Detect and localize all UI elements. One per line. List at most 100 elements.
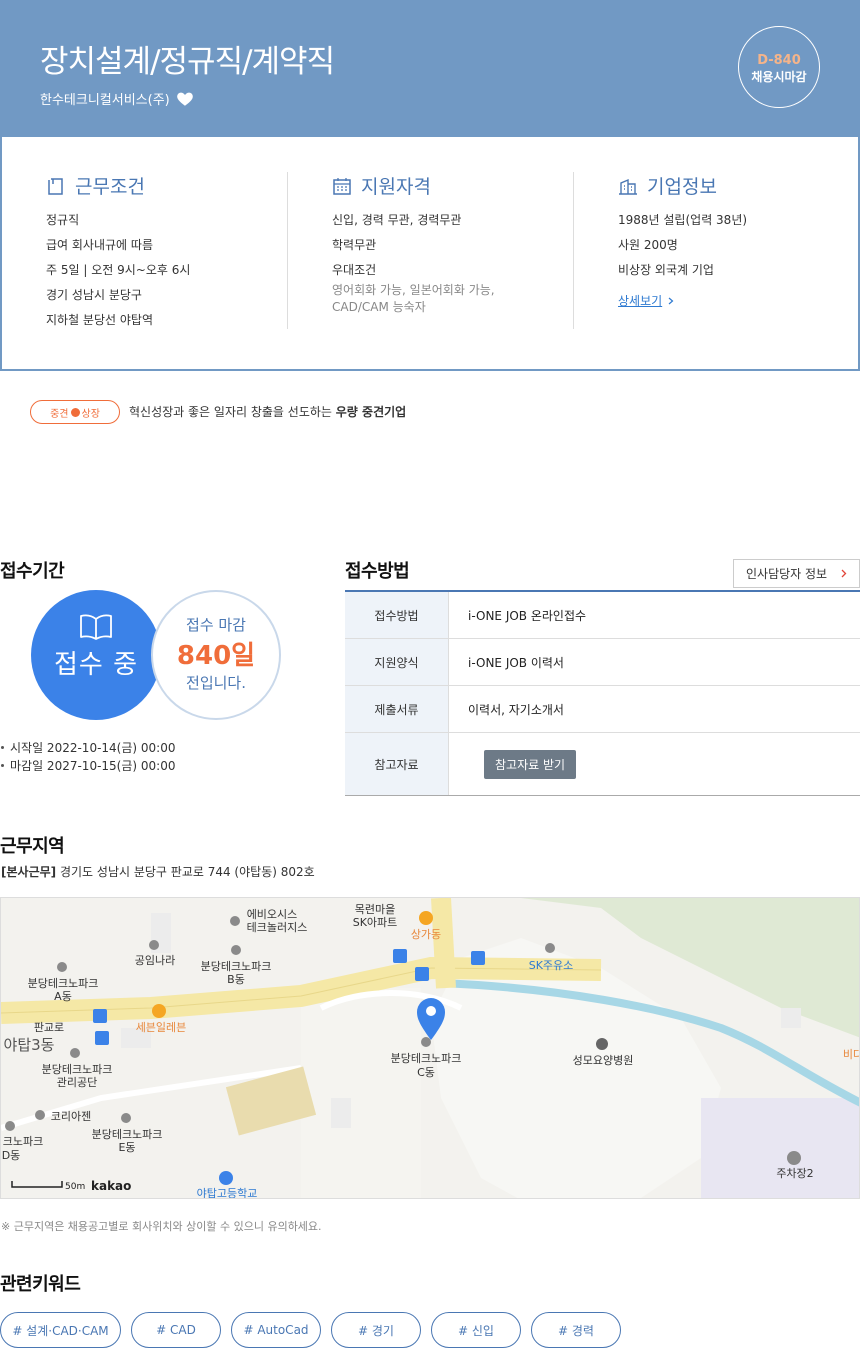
badge-desc-prefix: 혁신성장과 좋은 일자리 창출을 선도하는 — [129, 405, 336, 419]
end-date-row: 마감일 2027-10-15(금) 00:00 — [1, 756, 175, 774]
map-label-ebi-b: 테크놀러지스 — [247, 921, 308, 934]
map-view[interactable]: 목련마을 SK아파트 에비오시스 테크놀러지스 공임나라 분당테크노파크 B동 … — [0, 897, 860, 1199]
map-label-mall: 상가동 — [411, 928, 441, 941]
badge-desc-bold: 우량 중견기업 — [335, 405, 407, 419]
badge-dot — [70, 407, 80, 417]
map-label-korea: 코리아젠 — [51, 1110, 91, 1123]
qualification-item: 학력무관 — [332, 238, 377, 252]
start-date: 시작일 2022-10-14(금) 00:00 — [10, 740, 176, 755]
map-label-bida: 비다 — [843, 1048, 860, 1061]
row-value: i-ONE JOB 온라인접수 — [468, 608, 587, 623]
table-row: 제출서류 이력서, 자기소개서 — [345, 686, 860, 733]
company-detail-link[interactable]: 상세보기 — [618, 292, 674, 309]
map-label-gongim: 공임나라 — [135, 954, 175, 967]
table-row: 참고자료 참고자료 받기 — [345, 733, 860, 795]
dday-label: 채용시마감 — [751, 70, 807, 84]
company-info-title: 기업정보 — [647, 176, 717, 198]
company-info-item: 1988년 설립(업력 38년) — [618, 213, 748, 227]
map-note: ※ 근무지역은 채용공고별로 회사위치와 상이할 수 있으니 유의하세요. — [1, 1220, 322, 1233]
bullet-dot — [1, 745, 4, 749]
map-label-techc-a: 분당테크노파크 — [391, 1052, 462, 1065]
map-scale: 50m — [65, 1182, 85, 1192]
badge-label-mid: 중견 — [50, 408, 69, 420]
address-line: [본사근무] 경기도 성남시 분당구 판교로 744 (야탑동) 802호 — [1, 863, 315, 880]
deadline-line3: 전입니다. — [186, 674, 246, 692]
chevron-right-icon — [841, 569, 847, 578]
company-type-badge: 중견 상장 — [30, 400, 120, 424]
table-row: 접수방법 i-ONE JOB 온라인접수 — [345, 592, 860, 639]
calendar-icon — [333, 177, 351, 195]
row-value: i-ONE JOB 이력서 — [468, 655, 564, 670]
company-name[interactable]: 한수테크니컬서비스(주) — [40, 89, 170, 108]
map-label-techd-b: D동 — [2, 1149, 21, 1162]
dday-badge: D-840 채용시마감 — [738, 26, 820, 108]
row-value: 이력서, 자기소개서 — [468, 702, 564, 717]
condition-item: 경기 성남시 분당구 — [46, 288, 142, 302]
keyword-tag[interactable]: # 경기 — [331, 1312, 421, 1348]
qualifications-heading: 지원자격 — [332, 172, 572, 199]
keywords-title: 관련키워드 — [0, 1274, 81, 1295]
map-label-sk: SK주유소 — [529, 959, 574, 972]
row-label: 접수방법 — [345, 592, 449, 638]
apply-title: 접수방법 — [345, 561, 410, 582]
map-brand: kakao — [91, 1179, 131, 1193]
company-info-item: 비상장 외국계 기업 — [618, 263, 714, 277]
deadline-line1: 접수 마감 — [186, 616, 246, 634]
work-conditions-title: 근무조건 — [75, 176, 145, 198]
map-label-techc-b: C동 — [417, 1066, 435, 1079]
qualification-item: 신입, 경력 무관, 경력무관 — [332, 213, 462, 227]
map-label-school: 야탑고등학교 — [197, 1187, 258, 1199]
building-icon — [619, 178, 637, 195]
status-text: 접수 중 — [53, 650, 139, 680]
qualifications: 지원자격 신입, 경력 무관, 경력무관 학력무관 우대조건 영어회화 가능, … — [332, 172, 572, 316]
work-conditions: 근무조건 정규직 급여 회사내규에 따름 주 5일 | 오전 9시~오후 6시 … — [46, 172, 286, 338]
period-dates: 시작일 2022-10-14(금) 00:00 마감일 2027-10-15(금… — [1, 738, 175, 774]
deadline-circle: 접수 마감 840일 전입니다. — [151, 590, 281, 720]
location-title: 근무지역 — [0, 836, 65, 857]
dday-code: D-840 — [757, 53, 801, 68]
keyword-tag[interactable]: # 신입 — [431, 1312, 521, 1348]
map-label-techb-a: 분당테크노파크 — [201, 960, 272, 973]
start-date-row: 시작일 2022-10-14(금) 00:00 — [1, 738, 175, 756]
book-icon — [31, 614, 161, 644]
row-value-cell: 참고자료 받기 — [449, 733, 860, 795]
company-name-row: 한수테크니컬서비스(주) — [40, 89, 194, 108]
period-title: 접수기간 — [0, 561, 65, 582]
status-circle: 접수 중 — [31, 590, 161, 720]
map-label-apt-b: SK아파트 — [353, 916, 398, 929]
keyword-tag[interactable]: # CAD — [131, 1312, 221, 1348]
map-label-teche-a: 분당테크노파크 — [92, 1128, 163, 1141]
deadline-days: 840일 — [176, 641, 256, 671]
keyword-tag[interactable]: # 설계·CAD·CAM — [0, 1312, 121, 1348]
bullet-dot — [1, 763, 4, 767]
keyword-tag[interactable]: # AutoCad — [231, 1312, 321, 1348]
map-label-pangyo: 판교로 — [34, 1021, 64, 1034]
qualifications-title: 지원자격 — [361, 176, 431, 198]
badge-label-listed: 상장 — [81, 408, 100, 420]
preferred-detail: 영어회화 가능, 일본어회화 가능, CAD/CAM 능숙자 — [332, 283, 495, 314]
column-divider — [573, 172, 574, 329]
address-tag: [본사근무] — [1, 865, 57, 879]
end-date: 마감일 2027-10-15(금) 00:00 — [10, 758, 176, 773]
row-label: 참고자료 — [345, 733, 449, 795]
map-label-ebi-a: 에비오시스 — [247, 908, 298, 921]
reference-download-button[interactable]: 참고자료 받기 — [484, 749, 577, 779]
map-label-teche-b: E동 — [118, 1141, 135, 1154]
keyword-tag[interactable]: # 경력 — [531, 1312, 621, 1348]
map-label-parking: 주차장2 — [776, 1167, 813, 1180]
badge-description: 혁신성장과 좋은 일자리 창출을 선도하는 우량 중견기업 — [129, 403, 406, 420]
map-label-yatap3: 야탑3동 — [4, 1036, 55, 1054]
condition-item: 지하철 분당선 야탑역 — [46, 313, 153, 327]
map-label-mgmt-a: 분당테크노파크 — [42, 1063, 113, 1076]
row-label: 제출서류 — [345, 686, 449, 732]
company-info-heading: 기업정보 — [618, 172, 848, 199]
address-text: 경기도 성남시 분당구 판교로 744 (야탑동) 802호 — [59, 865, 315, 879]
map-label-techd-a: 크노파크 — [3, 1135, 43, 1148]
condition-icon — [48, 177, 63, 195]
company-detail-label: 상세보기 — [618, 294, 663, 308]
hr-contact-button[interactable]: 인사담당자 정보 — [733, 559, 860, 588]
heart-icon[interactable] — [176, 90, 194, 108]
column-divider — [287, 172, 288, 329]
map-label-mgmt-b: 관리공단 — [57, 1076, 97, 1089]
hr-contact-label: 인사담당자 정보 — [746, 567, 828, 581]
